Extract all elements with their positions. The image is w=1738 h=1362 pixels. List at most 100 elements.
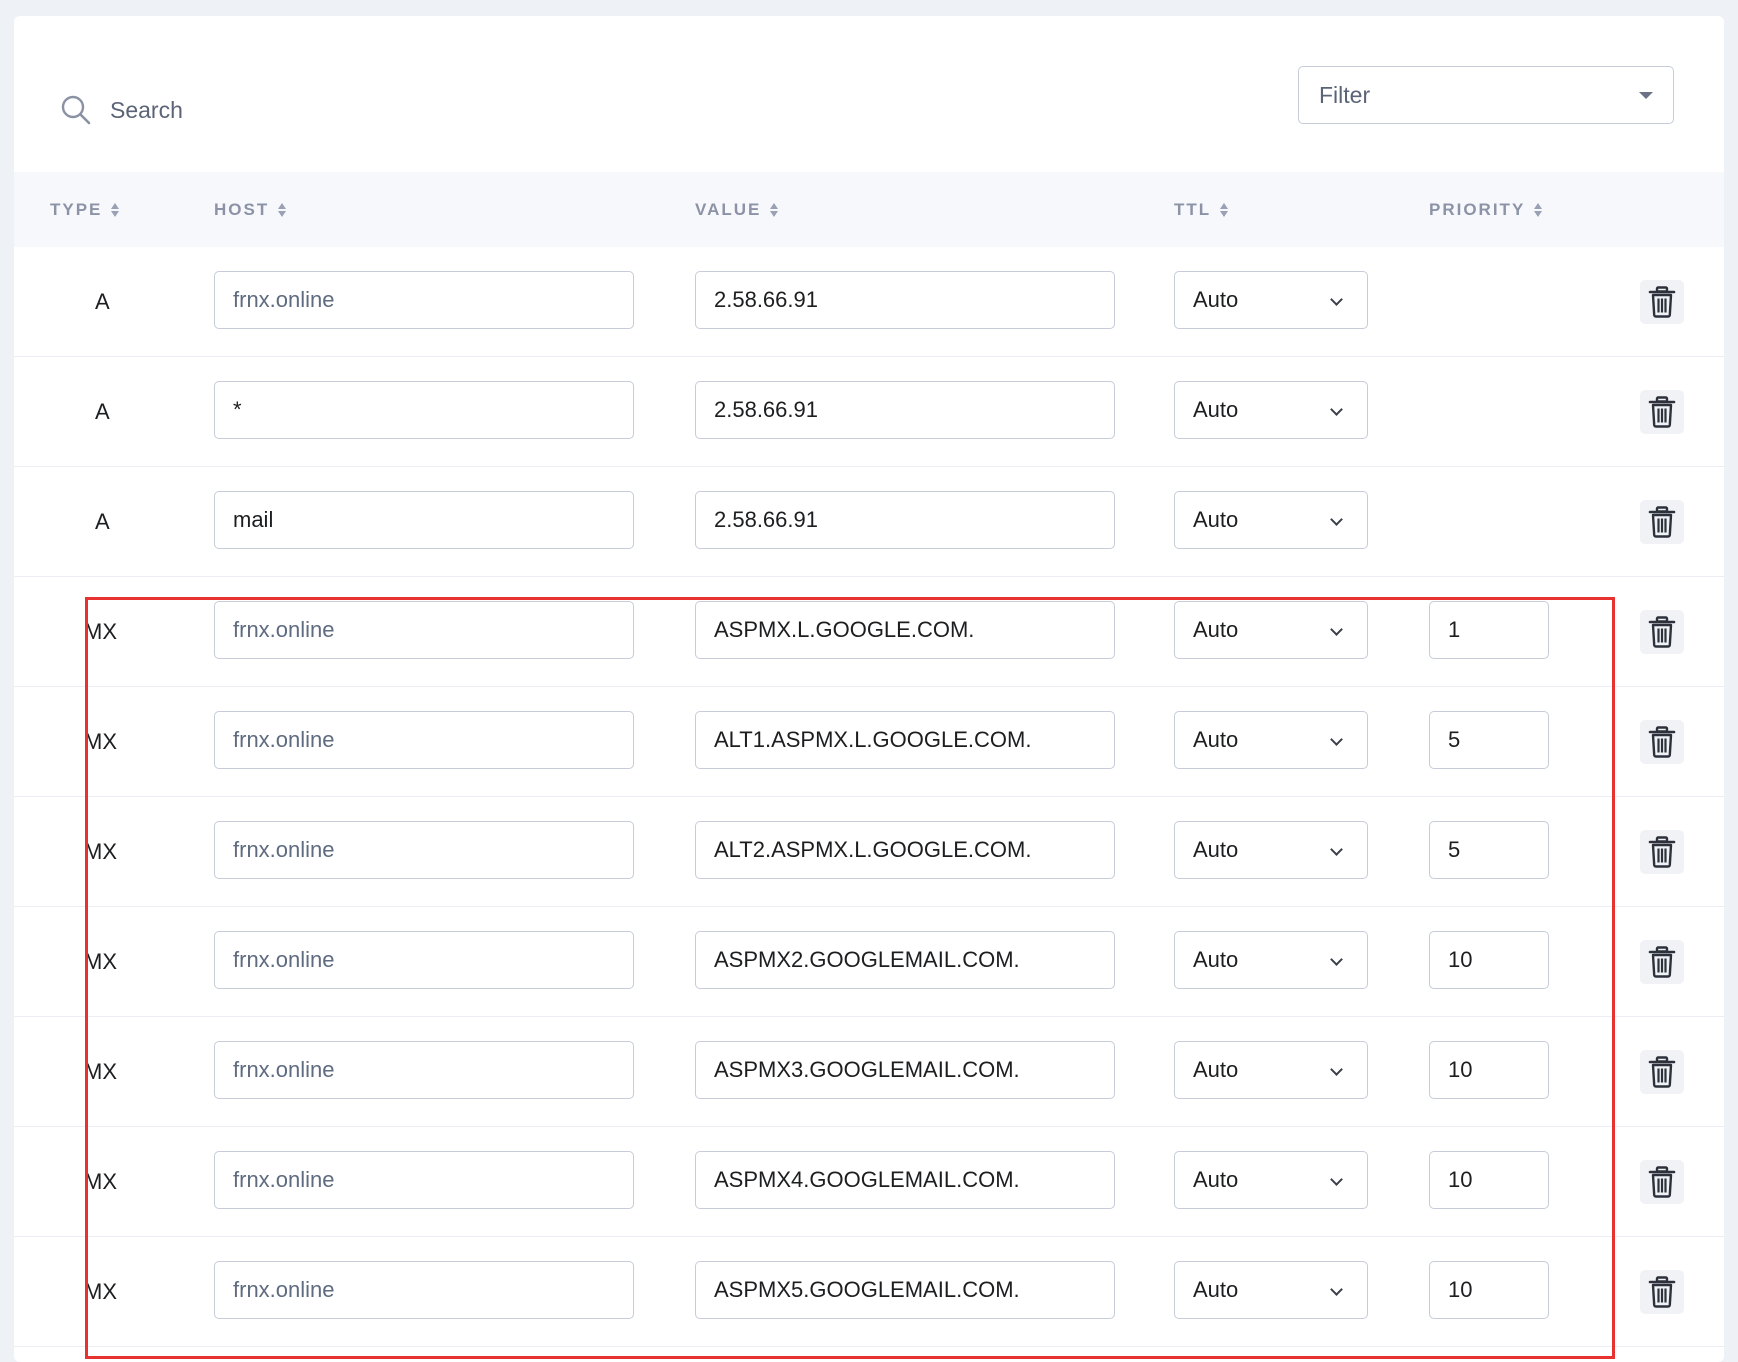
ttl-select[interactable]: Auto	[1174, 821, 1368, 879]
value-input[interactable]: ASPMX3.GOOGLEMAIL.COM.	[695, 1041, 1115, 1099]
ttl-select[interactable]: Auto	[1174, 1261, 1368, 1319]
priority-input[interactable]: 10	[1429, 1151, 1549, 1209]
table-header: TYPE HOST VALUE TTL PRIORITY	[14, 172, 1724, 247]
chevron-down-icon	[1330, 843, 1343, 856]
trash-icon	[1648, 506, 1676, 538]
table-row: MX frnx.online ASPMX2.GOOGLEMAIL.COM. Auto 1…	[14, 907, 1724, 1017]
sort-icon	[1219, 201, 1229, 219]
host-input[interactable]: mail	[214, 491, 634, 549]
ttl-select[interactable]: Auto	[1174, 1041, 1368, 1099]
priority-input[interactable]: 10	[1429, 931, 1549, 989]
chevron-down-icon	[1330, 1283, 1343, 1296]
delete-record-button[interactable]	[1640, 390, 1684, 434]
record-type: A	[95, 289, 110, 314]
column-header-label: PRIORITY	[1429, 199, 1526, 219]
ttl-select[interactable]: Auto	[1174, 1151, 1368, 1209]
column-header-ttl[interactable]: TTL	[1174, 172, 1229, 247]
chevron-down-icon	[1330, 1173, 1343, 1186]
ttl-select[interactable]: Auto	[1174, 711, 1368, 769]
ttl-select[interactable]: Auto	[1174, 381, 1368, 439]
host-input[interactable]: frnx.online	[214, 1261, 634, 1319]
column-header-type[interactable]: TYPE	[50, 172, 120, 247]
host-input[interactable]: frnx.online	[214, 711, 634, 769]
sort-icon	[277, 201, 287, 219]
column-header-host[interactable]: HOST	[214, 172, 287, 247]
ttl-value: Auto	[1193, 837, 1239, 862]
chevron-down-icon	[1330, 733, 1343, 746]
delete-record-button[interactable]	[1640, 1050, 1684, 1094]
trash-icon	[1648, 1056, 1676, 1088]
column-header-value[interactable]: VALUE	[695, 172, 779, 247]
priority-input[interactable]: 5	[1429, 711, 1549, 769]
table-row: MX frnx.online ASPMX5.GOOGLEMAIL.COM. Auto 1…	[14, 1237, 1724, 1347]
delete-record-button[interactable]	[1640, 1160, 1684, 1204]
chevron-down-icon	[1330, 293, 1343, 306]
sort-icon	[110, 201, 120, 219]
ttl-value: Auto	[1193, 1057, 1239, 1082]
value-input[interactable]: ASPMX5.GOOGLEMAIL.COM.	[695, 1261, 1115, 1319]
column-header-priority[interactable]: PRIORITY	[1429, 172, 1543, 247]
sort-icon	[1533, 201, 1543, 219]
delete-record-button[interactable]	[1640, 1270, 1684, 1314]
host-input[interactable]: frnx.online	[214, 601, 634, 659]
host-input[interactable]: frnx.online	[214, 1041, 634, 1099]
host-input[interactable]: *	[214, 381, 634, 439]
table-row: MX frnx.online ASPMX.L.GOOGLE.COM. Auto 1	[14, 577, 1724, 687]
trash-icon	[1648, 836, 1676, 868]
ttl-select[interactable]: Auto	[1174, 491, 1368, 549]
priority-input[interactable]: 1	[1429, 601, 1549, 659]
delete-record-button[interactable]	[1640, 830, 1684, 874]
record-type: MX	[84, 1169, 117, 1194]
column-header-label: TTL	[1174, 199, 1212, 219]
priority-input[interactable]: 10	[1429, 1041, 1549, 1099]
ttl-value: Auto	[1193, 617, 1239, 642]
value-input[interactable]: 2.58.66.91	[695, 381, 1115, 439]
delete-record-button[interactable]	[1640, 610, 1684, 654]
delete-record-button[interactable]	[1640, 720, 1684, 764]
column-header-label: TYPE	[50, 199, 103, 219]
trash-icon	[1648, 946, 1676, 978]
value-input[interactable]: ALT2.ASPMX.L.GOOGLE.COM.	[695, 821, 1115, 879]
search-box[interactable]: Search	[60, 78, 183, 142]
host-input[interactable]: frnx.online	[214, 821, 634, 879]
delete-record-button[interactable]	[1640, 500, 1684, 544]
search-input[interactable]: Search	[110, 97, 183, 124]
ttl-select[interactable]: Auto	[1174, 271, 1368, 329]
host-input[interactable]: frnx.online	[214, 931, 634, 989]
value-input[interactable]: ALT1.ASPMX.L.GOOGLE.COM.	[695, 711, 1115, 769]
trash-icon	[1648, 286, 1676, 318]
delete-record-button[interactable]	[1640, 280, 1684, 324]
trash-icon	[1648, 616, 1676, 648]
priority-input[interactable]: 10	[1429, 1261, 1549, 1319]
value-input[interactable]: ASPMX.L.GOOGLE.COM.	[695, 601, 1115, 659]
ttl-value: Auto	[1193, 1277, 1239, 1302]
search-icon	[61, 95, 91, 125]
host-input[interactable]: frnx.online	[214, 271, 634, 329]
record-type: A	[95, 509, 110, 534]
chevron-down-icon	[1330, 403, 1343, 416]
table-row: MX frnx.online ALT2.ASPMX.L.GOOGLE.COM. Aut…	[14, 797, 1724, 907]
filter-label: Filter	[1319, 81, 1371, 108]
value-input[interactable]: 2.58.66.91	[695, 491, 1115, 549]
column-header-label: VALUE	[695, 199, 762, 219]
delete-record-button[interactable]	[1640, 940, 1684, 984]
trash-icon	[1648, 1276, 1676, 1308]
record-type: MX	[84, 729, 117, 754]
trash-icon	[1648, 1166, 1676, 1198]
ttl-select[interactable]: Auto	[1174, 931, 1368, 989]
filter-select[interactable]: Filter	[1298, 66, 1674, 124]
chevron-down-icon	[1330, 513, 1343, 526]
record-type: MX	[84, 619, 117, 644]
table-row: MX frnx.online ASPMX3.GOOGLEMAIL.COM. Auto 1…	[14, 1017, 1724, 1127]
value-input[interactable]: ASPMX4.GOOGLEMAIL.COM.	[695, 1151, 1115, 1209]
table-row: MX frnx.online ALT1.ASPMX.L.GOOGLE.COM. Aut…	[14, 687, 1724, 797]
value-input[interactable]: 2.58.66.91	[695, 271, 1115, 329]
host-input[interactable]: frnx.online	[214, 1151, 634, 1209]
priority-input[interactable]: 5	[1429, 821, 1549, 879]
trash-icon	[1648, 726, 1676, 758]
ttl-value: Auto	[1193, 947, 1239, 972]
record-type: MX	[84, 949, 117, 974]
caret-down-icon	[1639, 92, 1653, 99]
ttl-select[interactable]: Auto	[1174, 601, 1368, 659]
value-input[interactable]: ASPMX2.GOOGLEMAIL.COM.	[695, 931, 1115, 989]
